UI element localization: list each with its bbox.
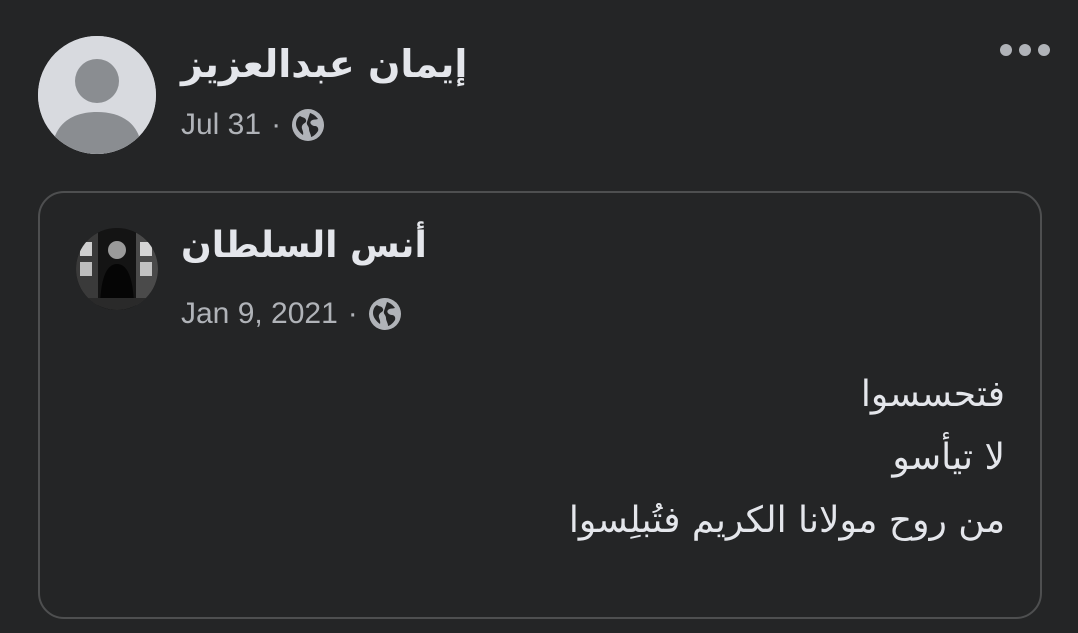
shared-post-date[interactable]: Jan 9, 2021 [181, 297, 338, 331]
post-date[interactable]: Jul 31 [181, 108, 261, 142]
shared-author-avatar[interactable] [76, 228, 158, 310]
post-text-line: لا تيأسو [892, 437, 1005, 478]
shared-post-meta: Jan 9, 2021 · [181, 297, 402, 331]
post-text-line: من روح مولانا الكريم فتُبلِسوا [568, 500, 1005, 541]
meta-separator: · [271, 108, 282, 141]
more-options-button[interactable] [1000, 44, 1050, 56]
shared-post-text: فتحسسوا لا تيأسو من روح مولانا الكريم فت… [305, 363, 1005, 552]
shared-author-photo [76, 228, 158, 310]
author-avatar[interactable] [38, 36, 156, 154]
post-meta: Jul 31 · [181, 108, 325, 142]
shared-post-card[interactable]: أنس السلطان Jan 9, 2021 · فتحسسوا لا تيأ… [38, 191, 1042, 619]
globe-icon [292, 109, 325, 141]
post-text-line: فتحسسوا [860, 374, 1005, 415]
author-name[interactable]: إيمان عبدالعزيز [181, 42, 467, 86]
default-profile-icon [38, 36, 156, 154]
globe-icon [368, 298, 401, 330]
shared-author-name[interactable]: أنس السلطان [181, 225, 427, 266]
facebook-post: إيمان عبدالعزيز Jul 31 · أنس السلطان Jan… [0, 0, 1078, 633]
meta-separator: · [347, 297, 358, 330]
more-options-icon [1000, 44, 1012, 56]
